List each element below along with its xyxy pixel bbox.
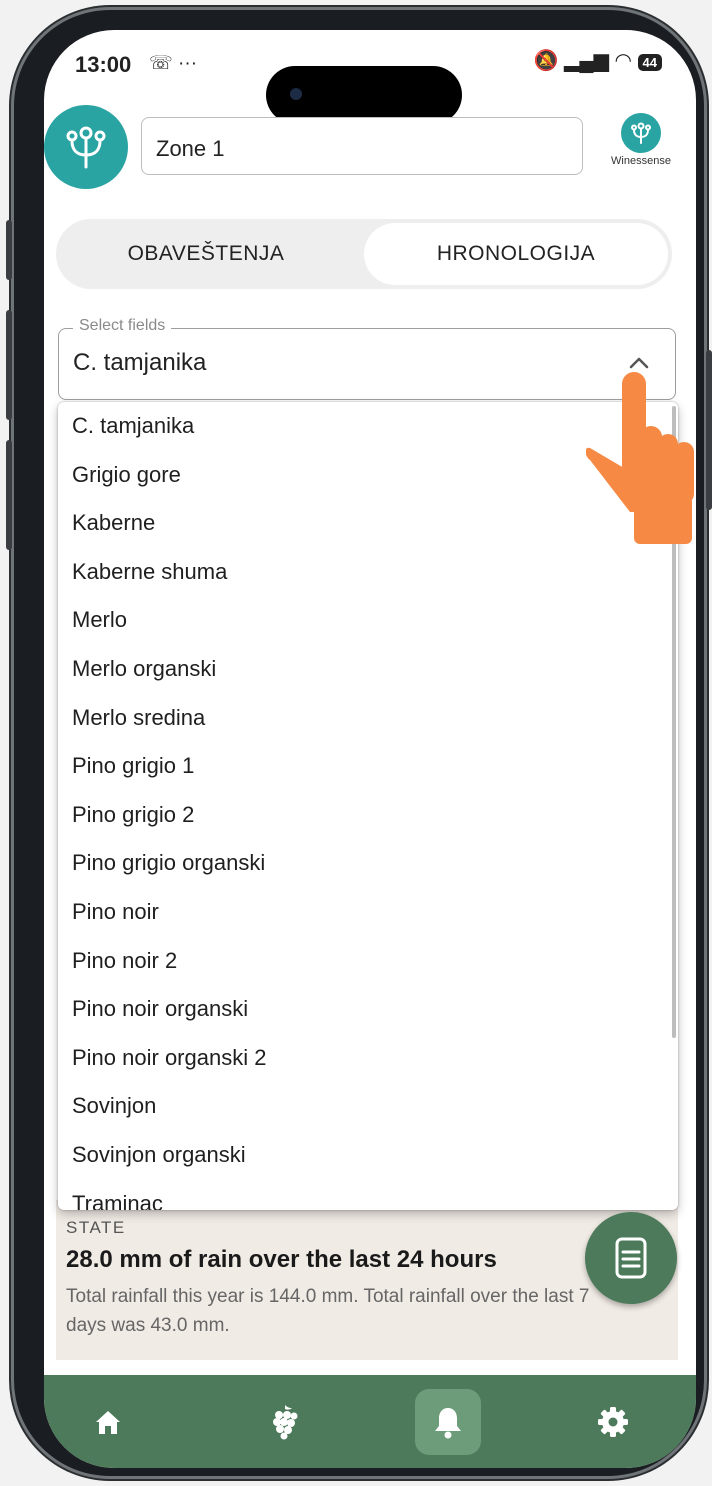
tab-bar: OBAVEŠTENJA HRONOLOGIJA bbox=[56, 219, 672, 289]
dropdown-option[interactable]: Traminac bbox=[58, 1180, 678, 1211]
select-value: C. tamjanika bbox=[73, 349, 207, 376]
camera-icon bbox=[290, 88, 302, 100]
field-dropdown-list: C. tamjanika Grigio gore Kaberne Kaberne… bbox=[58, 402, 678, 1210]
grapes-icon bbox=[273, 1405, 298, 1440]
dropdown-option[interactable]: Pino noir organski bbox=[58, 985, 678, 1034]
state-description: Total rainfall this year is 144.0 mm. To… bbox=[66, 1286, 590, 1336]
app-logo[interactable] bbox=[44, 105, 128, 189]
dropdown-option[interactable]: Pino grigio 1 bbox=[58, 742, 678, 791]
select-legend: Select fields bbox=[73, 317, 172, 335]
dropdown-option[interactable]: Sovinjon bbox=[58, 1082, 678, 1131]
status-icons: 🔕 ▂▄▆ ◠ bbox=[533, 50, 638, 72]
nav-settings[interactable] bbox=[580, 1389, 646, 1455]
screen: 13:00 ☏ ··· 🔕 ▂▄▆ ◠ 44 Zone 1 Winessense… bbox=[44, 30, 696, 1468]
bottom-nav bbox=[44, 1375, 696, 1468]
dropdown-option[interactable]: Pino noir 2 bbox=[58, 937, 678, 986]
mute-switch bbox=[6, 220, 12, 280]
volume-up-button bbox=[6, 310, 12, 420]
battery-icon: 44 bbox=[637, 54, 662, 71]
tab-obavestenja[interactable]: OBAVEŠTENJA bbox=[56, 219, 356, 289]
gear-icon bbox=[598, 1407, 628, 1437]
status-time: 13:00 bbox=[75, 52, 132, 77]
vine-logo-icon bbox=[66, 126, 106, 169]
state-card: STATE 28.0 mm of rain over the last 24 h… bbox=[56, 1200, 678, 1360]
dropdown-option[interactable]: Pino noir organski 2 bbox=[58, 1034, 678, 1083]
dropdown-option[interactable]: C. tamjanika bbox=[58, 402, 678, 451]
dropdown-option[interactable]: Kaberne bbox=[58, 499, 678, 548]
bell-icon bbox=[435, 1408, 461, 1439]
brand-logo-icon bbox=[621, 113, 661, 153]
dropdown-option[interactable]: Pino grigio organski bbox=[58, 839, 678, 888]
dropdown-option[interactable]: Pino grigio 2 bbox=[58, 791, 678, 840]
dropdown-option[interactable]: Merlo sredina bbox=[58, 694, 678, 743]
status-right-icons: 🔕 ▂▄▆ ◠ 44 bbox=[534, 48, 662, 73]
dropdown-option[interactable]: Merlo organski bbox=[58, 645, 678, 694]
report-fab-button[interactable] bbox=[585, 1212, 677, 1304]
nav-notifications[interactable] bbox=[415, 1389, 481, 1455]
power-button bbox=[706, 350, 712, 510]
state-label: STATE bbox=[66, 1218, 126, 1237]
pointer-hand-icon bbox=[586, 372, 694, 544]
tab-hronologija[interactable]: HRONOLOGIJA bbox=[364, 223, 668, 285]
brand-badge: Winessense bbox=[596, 113, 686, 187]
state-title: 28.0 mm of rain over the last 24 hours bbox=[66, 1246, 497, 1273]
dropdown-option[interactable]: Pino noir bbox=[58, 888, 678, 937]
field-select[interactable]: Select fields C. tamjanika bbox=[58, 317, 676, 400]
nav-vineyard[interactable] bbox=[252, 1389, 318, 1455]
battery-level: 44 bbox=[642, 55, 657, 70]
volume-down-button bbox=[6, 440, 12, 550]
dropdown-option[interactable]: Kaberne shuma bbox=[58, 548, 678, 597]
document-icon bbox=[615, 1237, 647, 1279]
header: Zone 1 Winessense bbox=[44, 105, 696, 195]
brand-name: Winessense bbox=[611, 155, 671, 167]
dropdown-option[interactable]: Merlo bbox=[58, 596, 678, 645]
home-icon bbox=[96, 1411, 120, 1434]
dropdown-option[interactable]: Grigio gore bbox=[58, 451, 678, 500]
status-left-icons: ☏ ··· bbox=[149, 53, 198, 74]
dropdown-option[interactable]: Sovinjon organski bbox=[58, 1131, 678, 1180]
zone-field[interactable]: Zone 1 bbox=[141, 117, 583, 175]
nav-home[interactable] bbox=[75, 1389, 141, 1455]
